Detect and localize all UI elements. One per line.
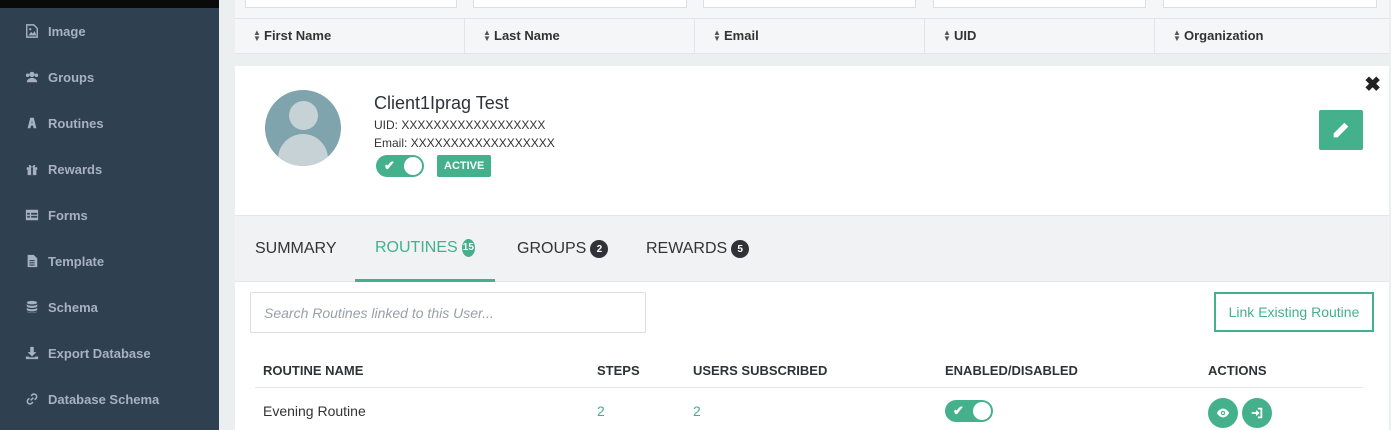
- main-content: ▲ ▼ First Name ▲ ▼ Last Name ▲ ▼ Email ▲ ▼ U…: [219, 0, 1391, 430]
- sidebar-item-label: Rewards: [48, 161, 103, 177]
- sidebar-item-label: Image: [48, 23, 86, 39]
- column-header-organization[interactable]: ▲ ▼ Organization: [1173, 28, 1263, 43]
- user-name: Client1Iprag Test: [374, 93, 509, 113]
- column-divider: [1154, 18, 1155, 54]
- database-icon: [24, 299, 40, 315]
- link-icon: [24, 391, 40, 407]
- column-header-last-name[interactable]: ▲ ▼ Last Name: [483, 28, 560, 43]
- table-header-divider: [255, 387, 1363, 388]
- routine-enabled-toggle[interactable]: ✔: [945, 400, 993, 422]
- toggle-knob: [404, 157, 422, 175]
- edit-button[interactable]: [1319, 110, 1363, 150]
- sidebar-item-label: Forms: [48, 207, 88, 223]
- column-header-email[interactable]: ▲ ▼ Email: [713, 28, 759, 43]
- check-icon: ✔: [953, 403, 964, 418]
- filter-first-name-input[interactable]: [245, 0, 457, 8]
- column-header-first-name[interactable]: ▲ ▼ First Name: [253, 28, 331, 43]
- column-header-actions: ACTIONS: [1208, 363, 1267, 378]
- file-icon: [24, 253, 40, 269]
- sidebar-item-forms[interactable]: Forms: [0, 192, 219, 238]
- avatar-body: [278, 134, 328, 166]
- sidebar-item-export-database[interactable]: Export Database: [0, 330, 219, 376]
- sort-icon: ▲ ▼: [713, 27, 721, 43]
- sign-in-icon: [1251, 407, 1263, 419]
- filter-email-input[interactable]: [703, 0, 916, 8]
- column-header-enabled-disabled: ENABLED/DISABLED: [945, 363, 1078, 378]
- user-email: Email: XXXXXXXXXXXXXXXXXX: [374, 136, 555, 150]
- sidebar-item-label: Routines: [48, 115, 104, 131]
- view-routine-button[interactable]: [1208, 398, 1238, 428]
- user-tabs: SUMMARY ROUTINES 15 GROUPS 2 REWARDS 5: [235, 215, 1389, 282]
- routine-users-subscribed-link[interactable]: 2: [693, 403, 701, 419]
- download-icon: [24, 345, 40, 361]
- user-detail-panel: Client1Iprag Test UID: XXXXXXXXXXXXXXXXX…: [235, 66, 1389, 430]
- sidebar-item-template[interactable]: Template: [0, 238, 219, 284]
- routines-search-input[interactable]: [250, 292, 646, 333]
- sort-icon: ▲ ▼: [943, 27, 951, 43]
- avatar-head: [289, 101, 318, 130]
- routines-icon: [24, 115, 40, 131]
- column-divider: [924, 18, 925, 54]
- sort-icon: ▲ ▼: [1173, 27, 1181, 43]
- sidebar-top-bar: [0, 0, 219, 8]
- pencil-icon: [1333, 122, 1349, 138]
- check-icon: ✔: [384, 158, 395, 173]
- toggle-knob: [973, 402, 991, 420]
- sidebar-item-routines[interactable]: Routines: [0, 100, 219, 146]
- tab-routines[interactable]: ROUTINES 15: [355, 216, 495, 282]
- routine-name: Evening Routine: [263, 403, 366, 419]
- sidebar-item-label: Database Schema: [48, 391, 160, 407]
- column-header-steps: STEPS: [597, 363, 640, 378]
- routine-steps-link[interactable]: 2: [597, 403, 605, 419]
- count-badge: 15: [461, 238, 475, 257]
- column-header-users-subscribed: USERS SUBSCRIBED: [693, 363, 828, 378]
- filter-last-name-input[interactable]: [473, 0, 687, 8]
- sidebar-item-database-schema[interactable]: Database Schema: [0, 376, 219, 422]
- sort-icon: ▲ ▼: [253, 27, 261, 43]
- user-enabled-toggle[interactable]: ✔: [376, 155, 424, 177]
- tab-groups[interactable]: GROUPS 2: [497, 216, 628, 282]
- sidebar-item-schema[interactable]: Schema: [0, 284, 219, 330]
- close-icon[interactable]: ✖: [1364, 72, 1381, 97]
- login-as-user-button[interactable]: [1242, 398, 1272, 428]
- table-icon: [24, 207, 40, 223]
- column-header-uid[interactable]: ▲ ▼ UID: [943, 28, 976, 43]
- sidebar-item-rewards[interactable]: Rewards: [0, 146, 219, 192]
- sidebar: Image Groups Routines Rewards Forms Temp…: [0, 0, 219, 430]
- column-divider: [464, 18, 465, 54]
- users-table-header: ▲ ▼ First Name ▲ ▼ Last Name ▲ ▼ Email ▲ ▼ U…: [235, 0, 1389, 54]
- sidebar-item-label: Schema: [48, 299, 98, 315]
- eye-icon: [1216, 408, 1230, 418]
- users-icon: [24, 69, 40, 85]
- header-divider: [235, 18, 1389, 19]
- tab-rewards[interactable]: REWARDS 5: [626, 216, 769, 282]
- avatar: [265, 90, 341, 166]
- link-existing-routine-button[interactable]: Link Existing Routine: [1214, 292, 1374, 332]
- user-uid: UID: XXXXXXXXXXXXXXXXXX: [374, 118, 546, 132]
- image-icon: [24, 23, 40, 39]
- count-badge: 2: [590, 240, 609, 258]
- sidebar-item-groups[interactable]: Groups: [0, 54, 219, 100]
- status-badge: ACTIVE: [437, 155, 492, 177]
- gift-icon: [24, 161, 40, 177]
- column-header-routine-name: ROUTINE NAME: [263, 363, 364, 378]
- count-badge: 5: [731, 240, 750, 258]
- sidebar-item-label: Groups: [48, 69, 95, 85]
- column-divider: [694, 18, 695, 54]
- sidebar-item-image[interactable]: Image: [0, 8, 219, 54]
- sidebar-item-label: Template: [48, 253, 105, 269]
- sidebar-item-label: Export Database: [48, 345, 151, 361]
- filter-uid-input[interactable]: [933, 0, 1146, 8]
- sort-icon: ▲ ▼: [483, 27, 491, 43]
- tab-summary[interactable]: SUMMARY: [235, 216, 357, 282]
- filter-organization-input[interactable]: [1163, 0, 1377, 8]
